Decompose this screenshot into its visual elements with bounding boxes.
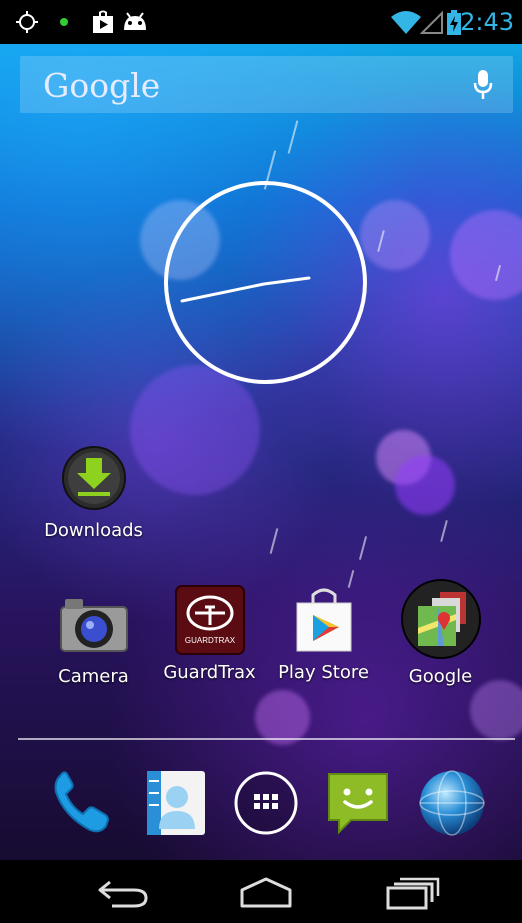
clock-hands (180, 276, 311, 303)
gps-icon (16, 11, 38, 33)
android-debug-icon (124, 12, 146, 30)
wallpaper-bokeh (360, 200, 430, 270)
app-label: Play Store (278, 662, 369, 683)
phone-icon[interactable] (42, 763, 122, 843)
app-camera[interactable]: Camera (36, 588, 151, 687)
google-search-label: Google (43, 66, 161, 105)
back-icon[interactable] (96, 876, 150, 908)
camera-icon (58, 588, 130, 660)
app-label: Camera (58, 666, 129, 687)
download-icon (58, 442, 130, 514)
guardtrax-icon: GUARDTRAX (174, 584, 246, 656)
navigation-bar (0, 860, 522, 923)
guardtrax-logo-text: GUARDTRAX (184, 636, 235, 645)
notification-dot-icon (60, 18, 68, 26)
wallpaper-streak (358, 536, 368, 560)
globe-icon[interactable] (412, 763, 492, 843)
dock (0, 755, 522, 850)
contacts-icon[interactable] (134, 763, 214, 843)
app-google-folder[interactable]: Google (383, 578, 498, 687)
app-label: GuardTrax (163, 662, 256, 683)
wallpaper-streak (269, 528, 279, 554)
google-maps-folder-icon (400, 578, 482, 660)
wallpaper-bokeh (395, 455, 455, 515)
app-drawer-icon[interactable] (226, 763, 306, 843)
play-store-icon (288, 584, 360, 656)
app-downloads[interactable]: Downloads (36, 442, 151, 541)
app-guardtrax[interactable]: GUARDTRAX GuardTrax (152, 584, 267, 683)
app-play-store[interactable]: Play Store (266, 584, 381, 683)
wallpaper-bokeh (470, 680, 522, 740)
app-label: Google (408, 666, 473, 687)
wifi-icon (391, 11, 421, 34)
wallpaper-streak (287, 120, 299, 154)
recents-icon[interactable] (384, 876, 440, 910)
dock-divider (18, 738, 515, 740)
status-bar[interactable]: 2:43 (0, 0, 522, 44)
messaging-icon[interactable] (318, 763, 398, 843)
analog-clock-widget[interactable] (164, 181, 367, 384)
wallpaper-bokeh (450, 210, 522, 300)
microphone-icon[interactable] (473, 69, 493, 101)
signal-icon (420, 10, 443, 34)
clock-time: 2:43 (460, 8, 514, 36)
home-icon[interactable] (238, 876, 294, 908)
wallpaper-bokeh (255, 690, 310, 745)
home-screen: 2:43 Google Downloads Camera GUARDTRAX G… (0, 0, 522, 923)
google-search-bar[interactable]: Google (20, 56, 513, 113)
wallpaper-streak (440, 520, 448, 542)
play-store-notification-icon (93, 10, 113, 33)
app-label: Downloads (44, 520, 143, 541)
